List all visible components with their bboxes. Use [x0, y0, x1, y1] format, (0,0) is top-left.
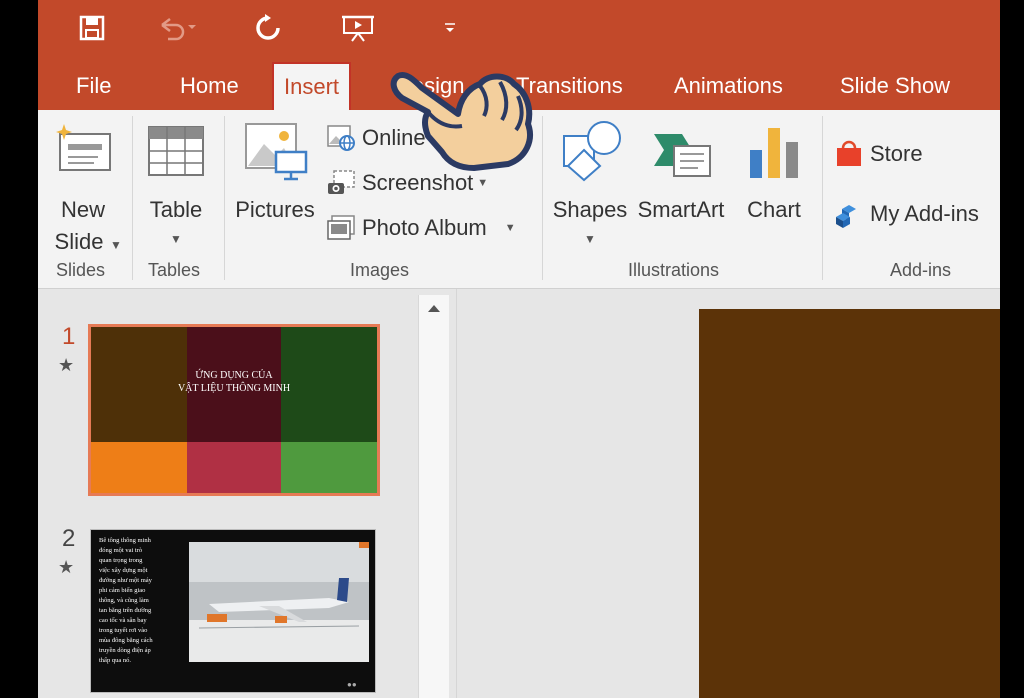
slide-text-line: đường như một máy	[99, 577, 152, 584]
chevron-down-icon: ▼	[584, 232, 596, 246]
slide-thumbnail-1[interactable]: ỨNG DỤNG CỦA VẬT LIỆU THÔNG MINH	[88, 324, 380, 496]
pictures-label: Pictures	[235, 197, 315, 222]
slide-text-line: Bê tông thông minh	[99, 537, 151, 544]
slide-body-text: Bê tông thông minh đóng một vai trò quan…	[99, 536, 191, 666]
group-divider	[224, 116, 225, 280]
airplane-photo	[189, 542, 369, 662]
slide-text-line: truyền dòng điện áp	[99, 647, 151, 654]
slide-title: ỨNG DỤNG CỦA VẬT LIỆU THÔNG MINH	[91, 369, 377, 395]
photo-album-label: Photo Album	[362, 215, 487, 240]
table-label: Table	[149, 197, 203, 222]
chevron-down-icon: ▼	[170, 232, 182, 246]
present-icon[interactable]	[338, 10, 378, 46]
photo-album-icon	[327, 215, 355, 240]
photo-album-button[interactable]: Photo Album ▼	[326, 210, 516, 246]
slide-text-line: quan trọng trong	[99, 557, 143, 564]
slide-text-line: đóng một vai trò	[99, 547, 143, 554]
shapes-label: Shapes	[552, 197, 628, 222]
chart-label: Chart	[747, 197, 801, 222]
animation-star-icon: ★	[58, 557, 75, 577]
my-addins-button[interactable]: My Add-ins	[834, 196, 979, 232]
store-label: Store	[870, 141, 923, 166]
group-label-slides: Slides	[56, 260, 106, 280]
table-button[interactable]: Table ▼	[138, 118, 214, 258]
group-divider	[542, 116, 543, 280]
group-label-addins: Add-ins	[890, 260, 952, 280]
tab-slide-show[interactable]: Slide Show	[830, 66, 960, 106]
slide-thumbnail-panel: 1 ★ ỨNG DỤNG CỦA VẬT LIỆU THÔNG MINH 2 ★…	[38, 289, 456, 698]
save-icon[interactable]	[72, 10, 112, 46]
pictures-button[interactable]: Pictures	[230, 118, 320, 258]
online-pictures-icon	[327, 125, 355, 151]
my-addins-label: My Add-ins	[870, 201, 979, 226]
tab-insert[interactable]: Insert	[272, 62, 352, 110]
tab-animations[interactable]: Animations	[664, 66, 793, 106]
slide-text-line: cao tốc và sân bay	[99, 617, 147, 624]
group-divider	[822, 116, 823, 280]
slide-number: 1	[62, 323, 76, 350]
smartart-label: SmartArt	[637, 197, 725, 222]
slide-thumbnail-2[interactable]: Bê tông thông minh đóng một vai trò quan…	[90, 529, 376, 693]
new-slide-label-1: New	[60, 197, 105, 222]
store-icon	[837, 140, 861, 166]
chevron-down-icon: ▼	[477, 177, 489, 189]
slide-text-line: mùa đông bằng cách	[99, 637, 153, 644]
chevron-down-icon: ▼	[110, 238, 122, 252]
store-button[interactable]: Store	[834, 136, 923, 172]
slide-text-line: thông, và cũng làm	[99, 597, 149, 604]
customize-icon[interactable]	[430, 10, 470, 46]
group-label-illustrations: Illustrations	[628, 260, 720, 280]
slide-band-green	[281, 442, 377, 493]
my-addins-icon	[836, 205, 856, 228]
slide-text-line: thấp qua nó.	[99, 657, 131, 664]
undo-icon[interactable]	[156, 10, 196, 46]
pointing-hand-icon	[390, 72, 533, 171]
chart-button[interactable]: Chart	[734, 118, 814, 258]
slide-band-orange	[91, 442, 187, 493]
new-slide-button[interactable]: New Slide ▼	[44, 118, 122, 258]
group-label-images: Images	[350, 260, 410, 280]
new-slide-label-2: Slide	[54, 229, 104, 254]
slide-editing-area	[456, 289, 1000, 698]
slide-number: 2	[62, 525, 76, 552]
shapes-button[interactable]: Shapes ▼	[550, 118, 630, 258]
group-label-tables: Tables	[148, 260, 201, 280]
current-slide-canvas[interactable]	[699, 309, 1000, 698]
animation-star-icon: ★	[58, 355, 75, 375]
slide-text-line: tan băng trên đường	[99, 607, 152, 614]
screenshot-label: Screenshot	[362, 170, 474, 195]
media-controls-icon: ●●	[347, 680, 357, 689]
slide-text-line: việc xây dựng một	[99, 567, 148, 574]
scroll-up-icon	[428, 305, 440, 312]
smartart-button[interactable]: SmartArt	[632, 118, 730, 258]
chevron-down-icon: ▼	[504, 222, 516, 234]
tab-home[interactable]: Home	[170, 66, 249, 106]
tab-file[interactable]: File	[66, 66, 121, 106]
group-divider	[132, 116, 133, 280]
screenshot-icon	[328, 170, 355, 194]
slide-title-line-1: ỨNG DỤNG CỦA	[195, 370, 273, 381]
slide-text-line: phi cảm biến giao	[99, 587, 146, 594]
powerpoint-window: File Home Insert Design Transitions Anim…	[38, 0, 1000, 698]
slide-band-red	[187, 442, 281, 493]
redo-icon[interactable]	[248, 10, 288, 46]
thumbnail-scrollbar[interactable]	[418, 295, 449, 698]
slide-text-line: trong tuyết rơi vào	[99, 627, 148, 634]
slide-title-line-2: VẬT LIỆU THÔNG MINH	[177, 383, 291, 394]
